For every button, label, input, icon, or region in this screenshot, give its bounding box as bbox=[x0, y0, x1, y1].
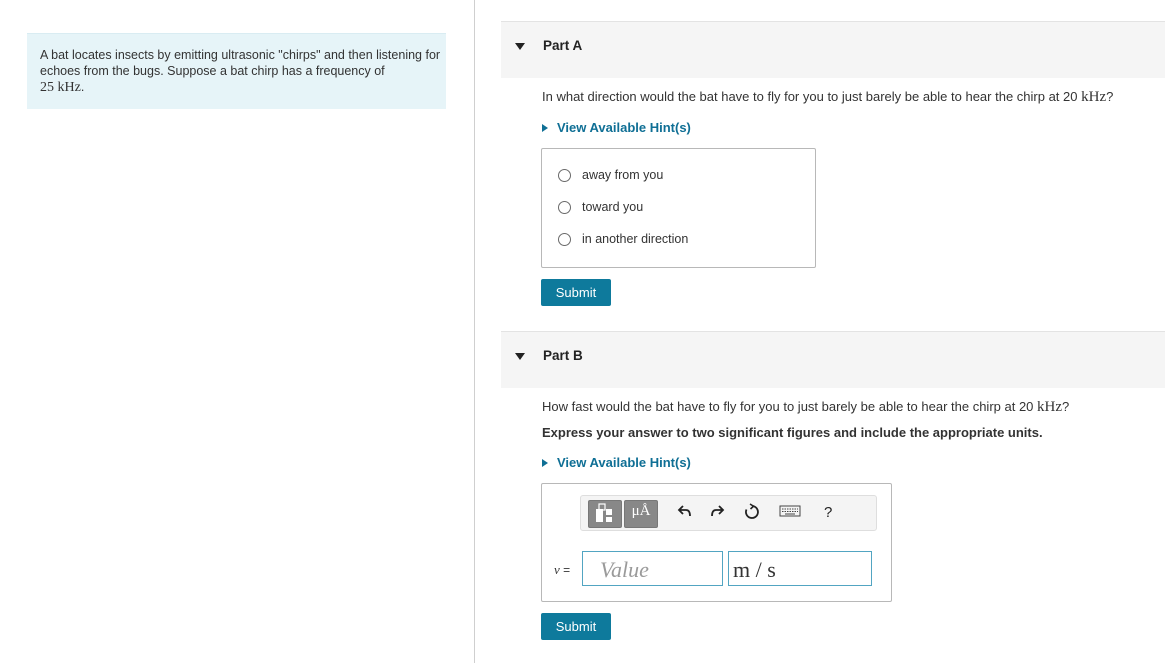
expand-triangle-icon[interactable] bbox=[515, 43, 525, 50]
choice-label: toward you bbox=[582, 200, 644, 214]
part-b-instructions: Express your answer to two significant f… bbox=[542, 425, 1043, 440]
part-a-question: In what direction would the bat have to … bbox=[542, 89, 1113, 106]
part-b-header[interactable]: Part B bbox=[501, 331, 1165, 388]
radio-in-another-direction[interactable] bbox=[558, 232, 571, 246]
part-a-question-text: In what direction would the bat have to … bbox=[542, 89, 1078, 104]
keyboard-button[interactable] bbox=[779, 503, 801, 525]
intro-period: . bbox=[80, 80, 85, 94]
part-a-submit-button[interactable]: Submit bbox=[541, 279, 611, 306]
parts-panel: Part A In what direction would the bat h… bbox=[475, 0, 1165, 663]
math-toolbar: μÅ ? bbox=[580, 495, 877, 531]
intro-freq-unit: kHz bbox=[57, 80, 81, 95]
part-b-question-text: How fast would the bat have to fly for y… bbox=[542, 399, 1034, 414]
variable-label: v = bbox=[554, 562, 570, 578]
units-icon: μÅ bbox=[631, 503, 651, 519]
part-a-question-mark: ? bbox=[1106, 89, 1114, 104]
problem-intro-panel: A bat locates insects by emitting ultras… bbox=[0, 0, 475, 663]
redo-icon bbox=[711, 505, 725, 517]
intro-text-body: A bat locates insects by emitting ultras… bbox=[40, 48, 441, 78]
units-button[interactable]: μÅ bbox=[624, 500, 658, 528]
help-icon: ? bbox=[824, 504, 833, 521]
undo-icon bbox=[677, 505, 691, 517]
hint-triangle-icon bbox=[542, 124, 548, 132]
equals-sign: = bbox=[559, 563, 571, 577]
units-input[interactable]: m / s bbox=[728, 551, 872, 586]
expand-triangle-icon[interactable] bbox=[515, 353, 525, 360]
part-a-question-unit: kHz bbox=[1081, 89, 1107, 105]
part-a-hint-label: View Available Hint(s) bbox=[557, 120, 691, 135]
keyboard-icon bbox=[779, 505, 801, 517]
part-b-question: How fast would the bat have to fly for y… bbox=[542, 399, 1069, 416]
problem-intro: A bat locates insects by emitting ultras… bbox=[27, 33, 446, 109]
intro-text: A bat locates insects by emitting ultras… bbox=[40, 47, 446, 96]
part-b-answer-box: μÅ ? v = Value m / s bbox=[541, 483, 892, 602]
redo-button[interactable] bbox=[709, 503, 725, 525]
templates-icon bbox=[596, 503, 612, 522]
choice-away-from-you[interactable]: away from you bbox=[558, 166, 663, 184]
part-a-header[interactable]: Part A bbox=[501, 21, 1165, 78]
part-a-label: Part A bbox=[543, 38, 583, 53]
intro-freq-value: 25 bbox=[40, 80, 54, 95]
part-b-submit-button[interactable]: Submit bbox=[541, 613, 611, 640]
choice-in-another-direction[interactable]: in another direction bbox=[558, 230, 688, 248]
part-b-question-unit: kHz bbox=[1037, 399, 1063, 415]
part-a-choices: away from you toward you in another dire… bbox=[541, 148, 816, 268]
undo-button[interactable] bbox=[677, 503, 693, 525]
choice-toward-you[interactable]: toward you bbox=[558, 198, 643, 216]
choice-label: away from you bbox=[582, 168, 664, 182]
part-b-question-mark: ? bbox=[1062, 399, 1070, 414]
choice-label: in another direction bbox=[582, 232, 689, 246]
part-b-label: Part B bbox=[543, 348, 583, 363]
value-input[interactable]: Value bbox=[582, 551, 723, 586]
part-a-hint-link[interactable]: View Available Hint(s) bbox=[542, 120, 691, 135]
hint-triangle-icon bbox=[542, 459, 548, 467]
part-b-hint-label: View Available Hint(s) bbox=[557, 455, 691, 470]
templates-button[interactable] bbox=[588, 500, 622, 528]
reset-icon bbox=[745, 503, 759, 519]
radio-toward-you[interactable] bbox=[558, 200, 571, 214]
help-button[interactable]: ? bbox=[824, 503, 832, 523]
part-b-hint-link[interactable]: View Available Hint(s) bbox=[542, 455, 691, 470]
intro-frequency: 25 kHz bbox=[40, 80, 81, 95]
reset-button[interactable] bbox=[743, 503, 761, 527]
radio-away-from-you[interactable] bbox=[558, 168, 571, 182]
